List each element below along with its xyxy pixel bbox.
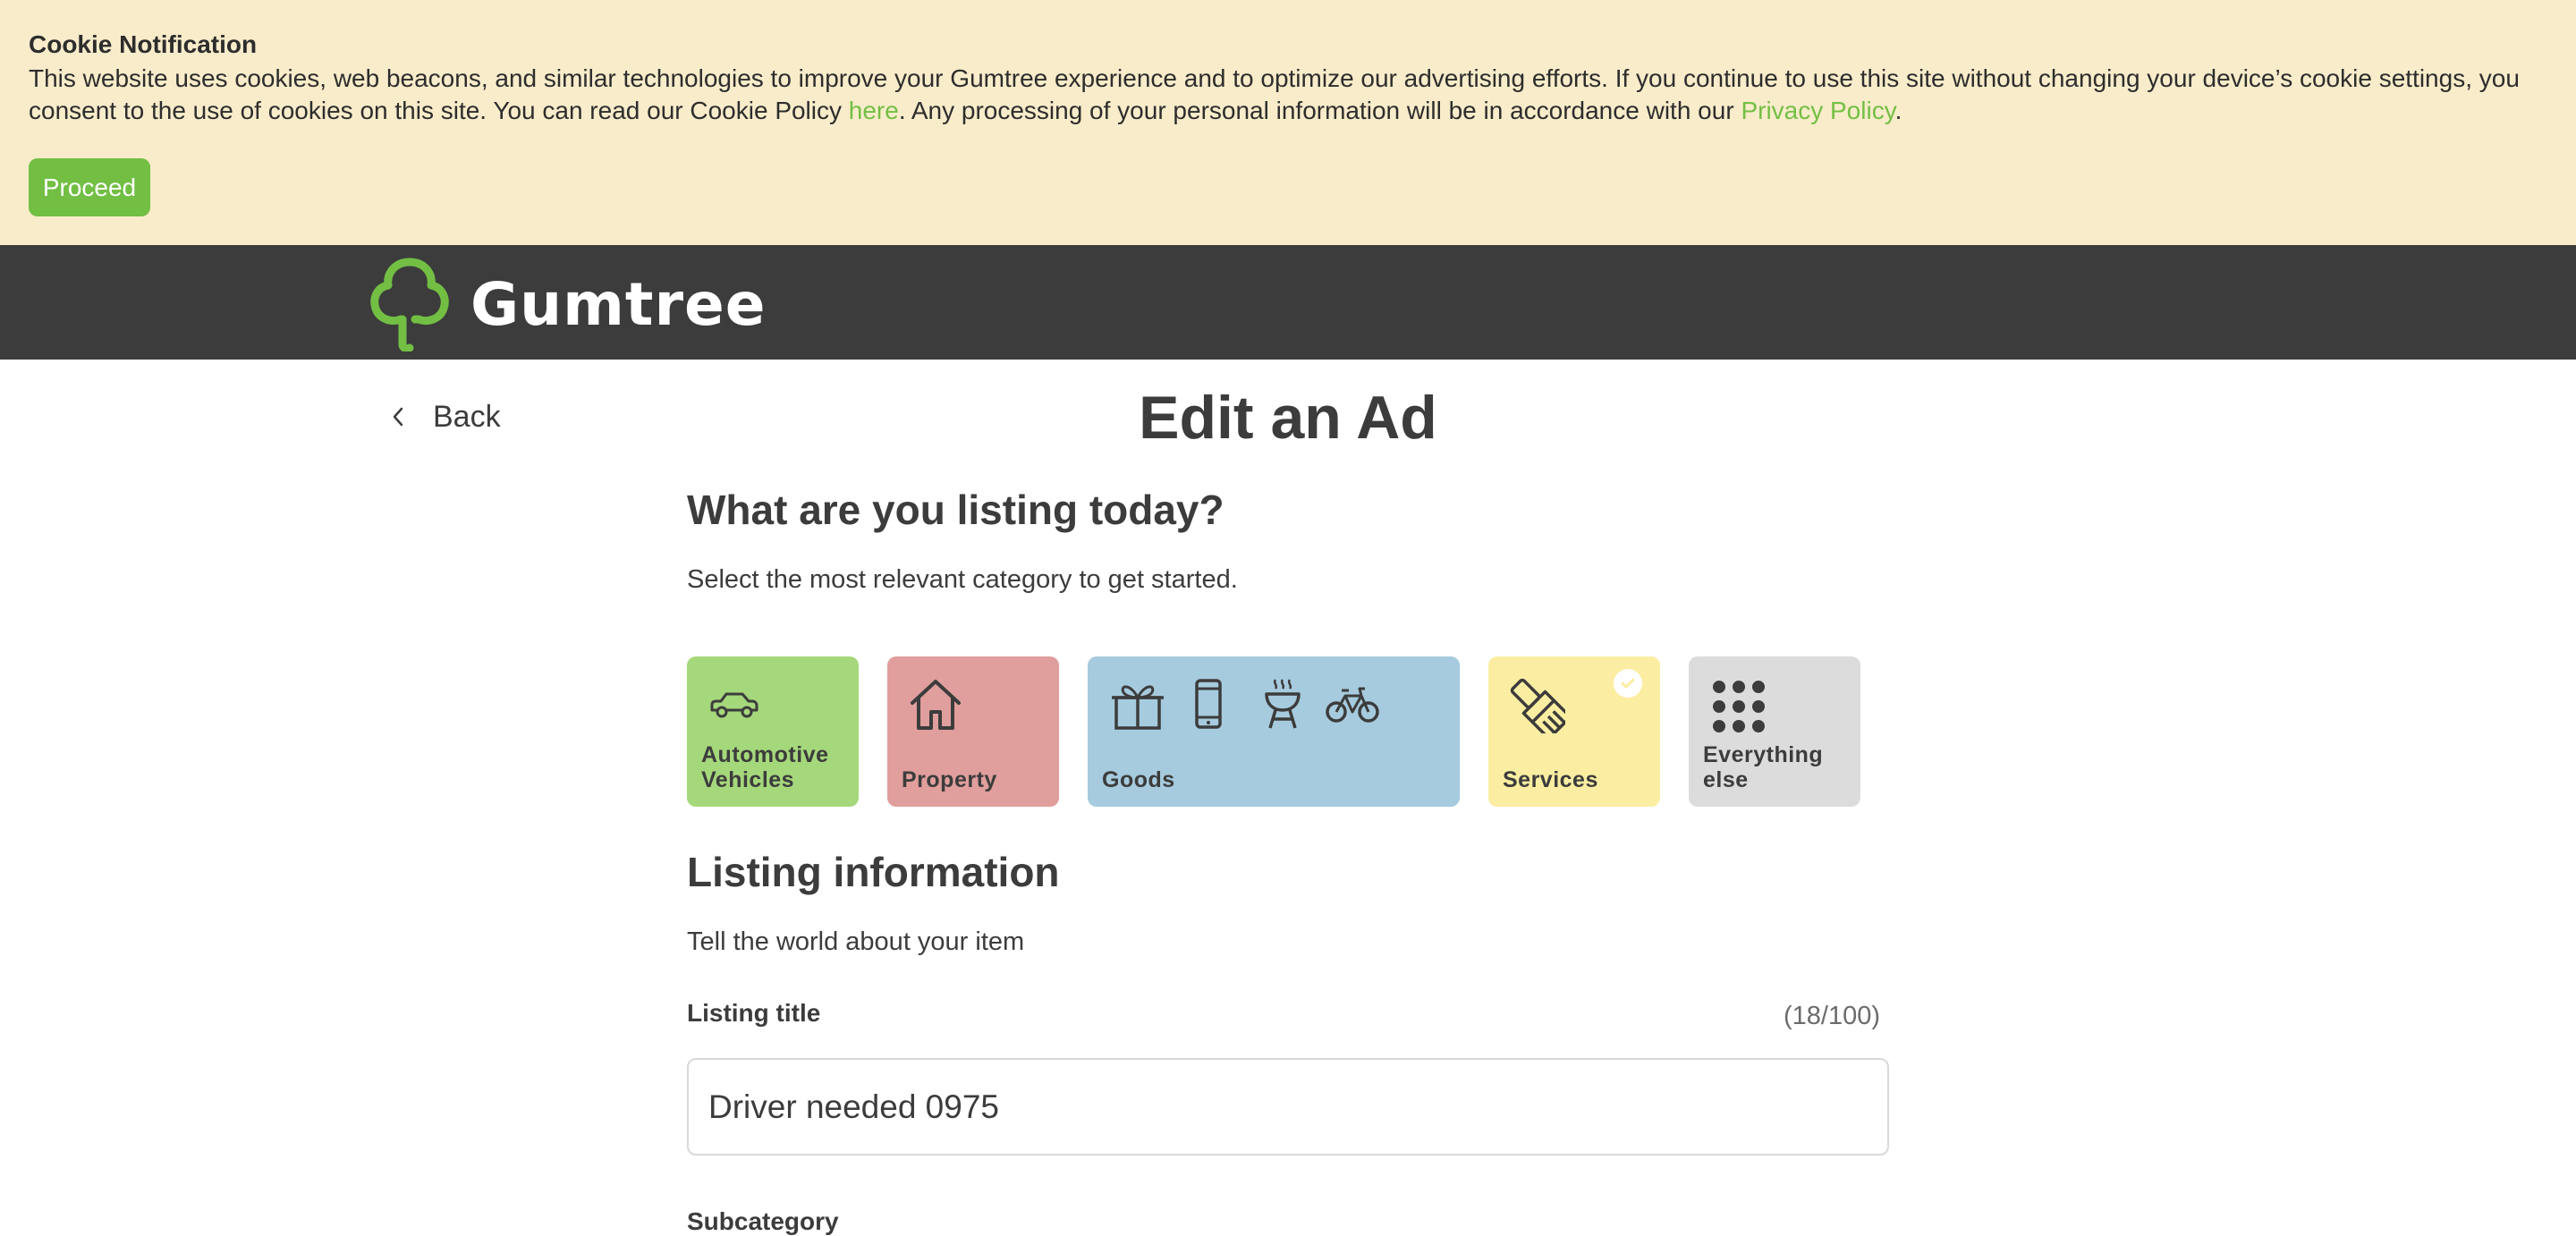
dots-grid-icon [1710, 678, 1767, 735]
listing-title-label: Listing title [687, 999, 821, 1027]
cookie-banner: Cookie Notification This website uses co… [0, 0, 2576, 245]
category-label: Property [902, 767, 997, 792]
selected-check-icon [1614, 669, 1642, 698]
privacy-policy-link[interactable]: Privacy Policy [1741, 97, 1894, 124]
category-heading: What are you listing today? [687, 487, 1224, 533]
box-icon [1109, 678, 1166, 730]
listing-info-heading: Listing information [687, 849, 1060, 895]
paintbrush-icon [1510, 678, 1565, 733]
brand-name: Gumtree [470, 269, 767, 339]
category-label-line1: Services [1503, 767, 1598, 792]
category-label: Everything else [1703, 742, 1823, 792]
listing-title-input[interactable] [687, 1058, 1889, 1156]
cookie-text: This website uses cookies, web beacons, … [29, 63, 2560, 127]
car-icon [707, 687, 760, 723]
cookie-policy-link[interactable]: here [849, 97, 899, 124]
tree-logo-icon [370, 258, 449, 351]
listing-info-subtitle: Tell the world about your item [687, 927, 1025, 956]
category-label-line2: else [1703, 767, 1749, 792]
category-label-line2: Vehicles [701, 767, 795, 792]
title-char-counter: (18/100) [1784, 1002, 1881, 1030]
bicycle-icon [1326, 683, 1379, 724]
phone-icon [1193, 678, 1224, 730]
category-card-property[interactable]: Property [887, 656, 1059, 807]
category-card-automotive[interactable]: Automotive Vehicles [687, 656, 859, 807]
category-label-line1: Goods [1102, 767, 1175, 792]
subcategory-label: Subcategory [687, 1207, 839, 1235]
cookie-title: Cookie Notification [29, 30, 258, 58]
site-header: Gumtree [0, 245, 2576, 360]
proceed-button[interactable]: Proceed [29, 158, 150, 216]
cookie-text-part2: . Any processing of your personal inform… [898, 97, 1741, 124]
page-title: Edit an Ad [1139, 384, 1437, 452]
category-label-line1: Property [902, 767, 997, 792]
category-label: Services [1503, 767, 1598, 792]
category-label: Goods [1102, 767, 1175, 792]
bbq-grill-icon [1263, 678, 1302, 730]
category-label: Automotive Vehicles [701, 742, 829, 792]
gumtree-logo[interactable]: Gumtree [370, 258, 767, 351]
category-card-services[interactable]: Services [1488, 656, 1660, 807]
house-icon [907, 676, 964, 733]
category-card-everything-else[interactable]: Everything else [1689, 656, 1860, 807]
category-subtitle: Select the most relevant category to get… [687, 565, 1238, 594]
category-label-line1: Automotive [701, 742, 829, 767]
category-label-line1: Everything [1703, 742, 1824, 767]
cookie-text-part3: . [1894, 97, 1902, 124]
category-card-goods[interactable]: Goods [1088, 656, 1460, 807]
